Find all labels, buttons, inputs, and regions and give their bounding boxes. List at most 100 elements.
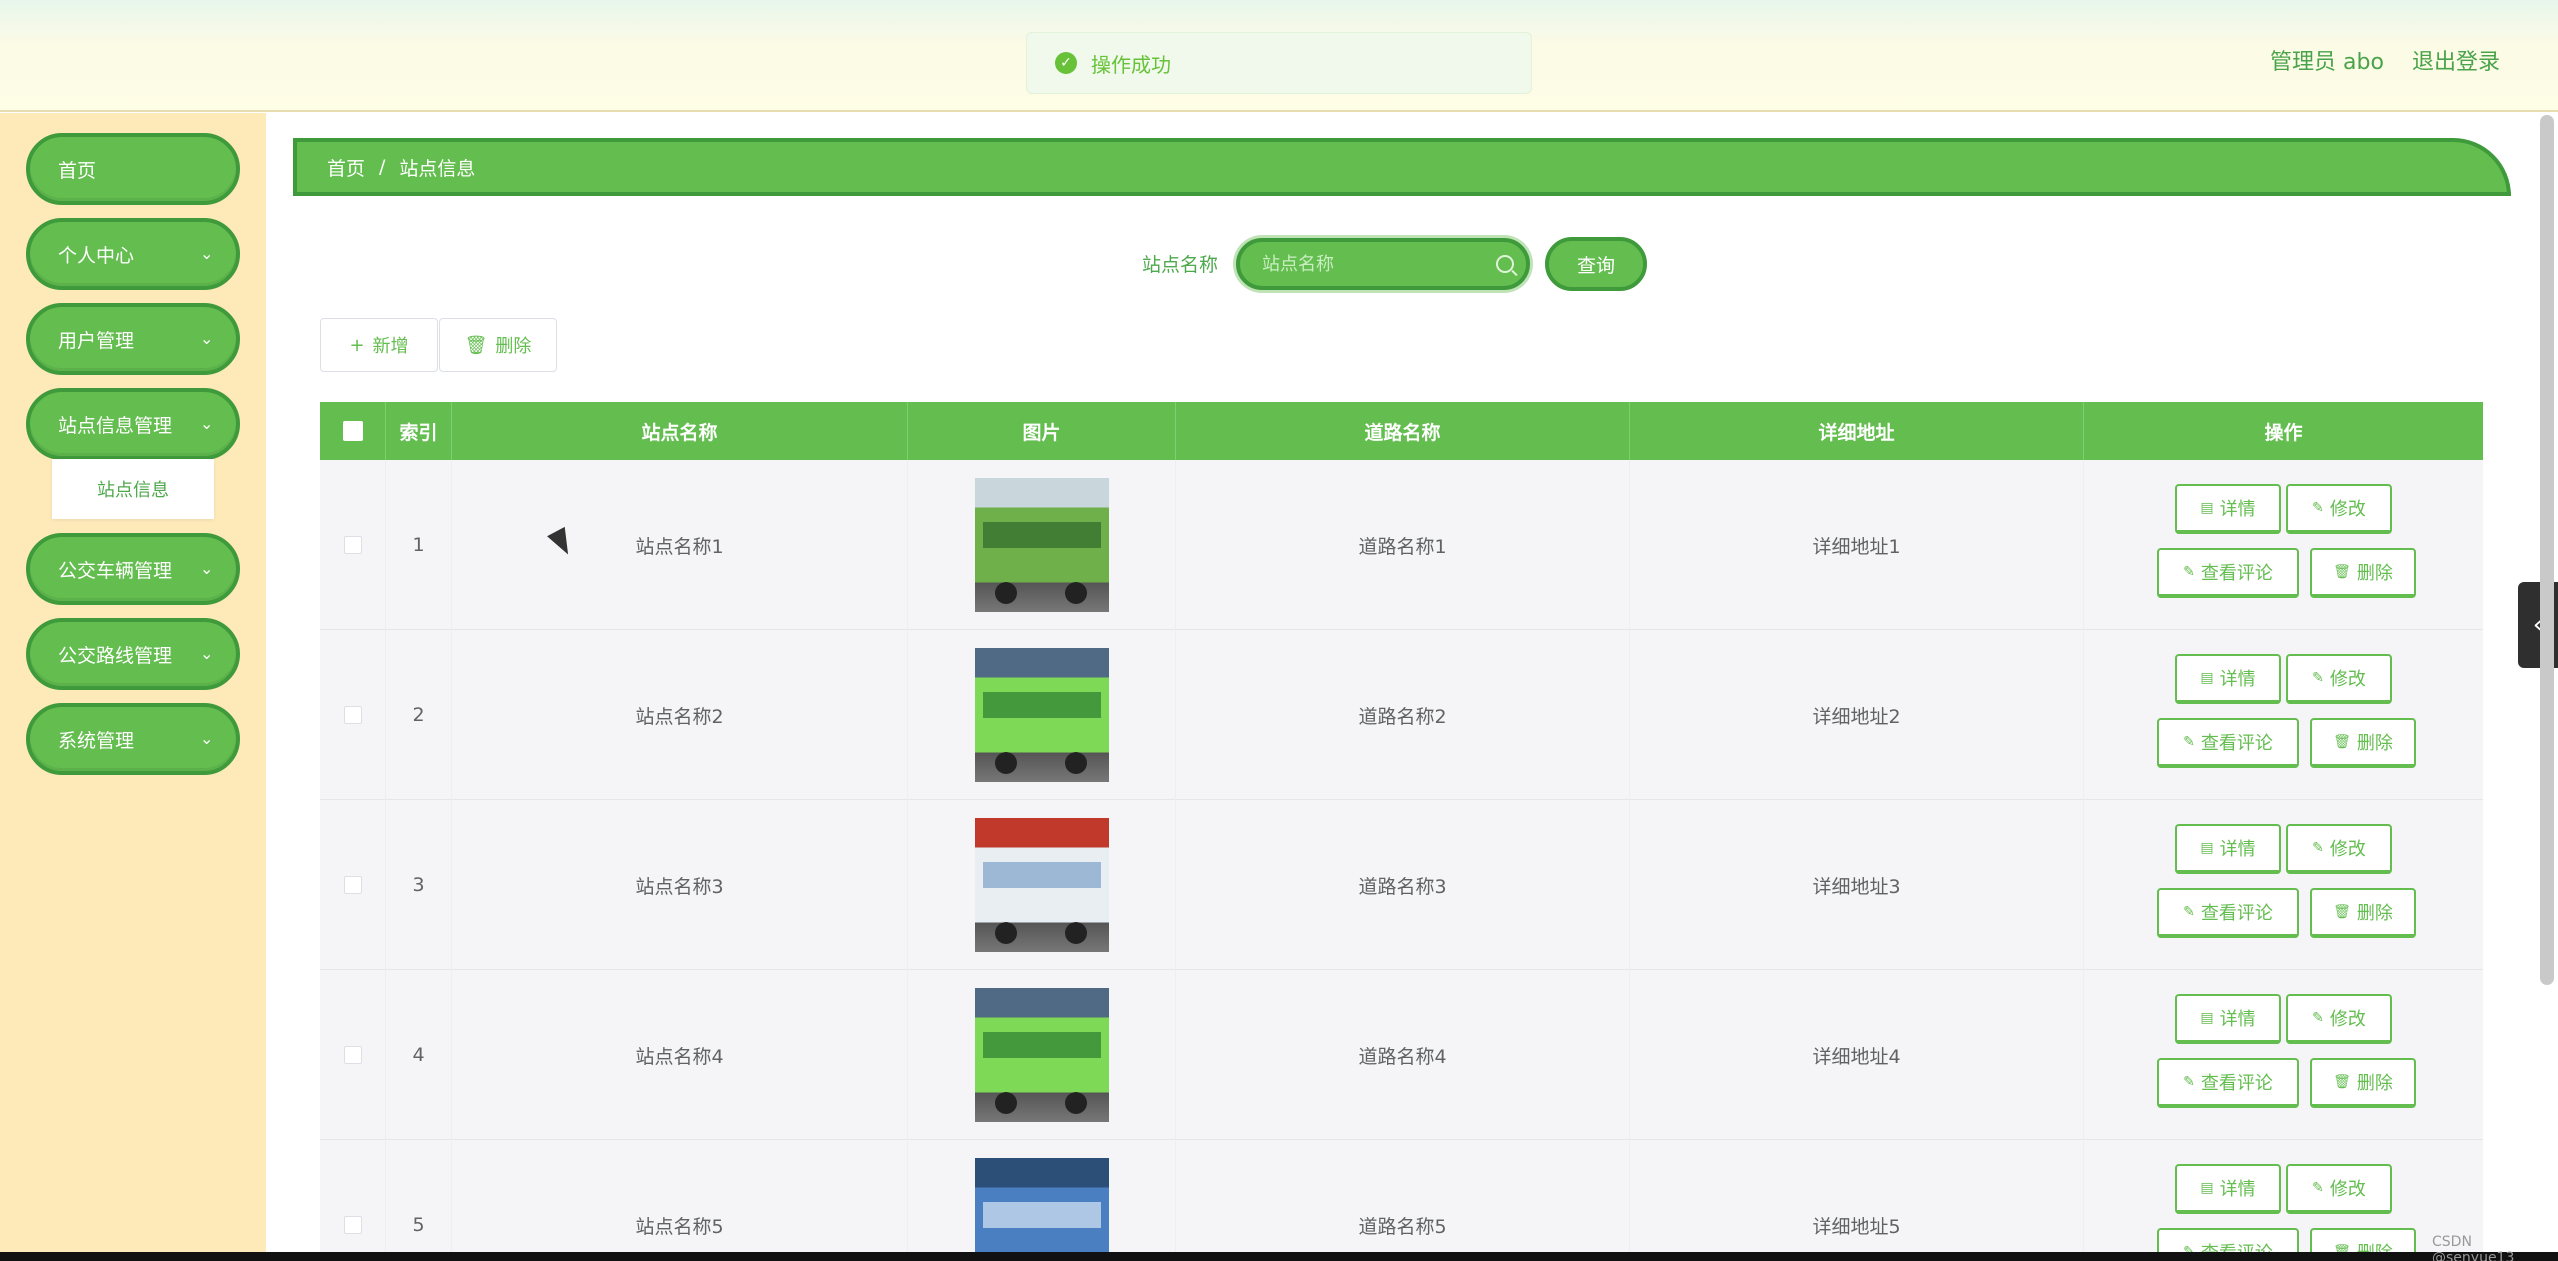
add-button-label: 新增	[372, 336, 409, 357]
delete-button-label: 删除	[2356, 563, 2393, 584]
table-row: 4 站点名称4 道路名称4 详细地址4 ▤ 详情 ✎ 修改 ✎ 查看评论 🗑 删…	[320, 970, 2483, 1140]
sidebar-item-home[interactable]: 首页	[26, 133, 240, 205]
breadcrumb-separator: /	[379, 156, 386, 178]
edit-button[interactable]: ✎ 修改	[2286, 1164, 2392, 1214]
sidebar-item-label: 站点信息管理	[58, 414, 173, 437]
view-comments-button[interactable]: ✎ 查看评论	[2157, 888, 2299, 938]
delete-button[interactable]: 🗑 删除	[2310, 1058, 2416, 1108]
sidebar-subitem-station-info[interactable]: 站点信息	[52, 459, 214, 519]
edit-icon: ✎	[2183, 564, 2195, 580]
edit-button[interactable]: ✎ 修改	[2286, 484, 2392, 534]
breadcrumb-home[interactable]: 首页	[327, 154, 365, 181]
breadcrumb-current: 站点信息	[399, 157, 476, 180]
delete-button[interactable]: 🗑 删除	[2310, 548, 2416, 598]
search-label: 站点名称	[1142, 254, 1219, 276]
detail-button-label: 详情	[2219, 499, 2256, 520]
detail-button[interactable]: ▤ 详情	[2175, 994, 2281, 1044]
actions-cell: ▤ 详情 ✎ 修改 ✎ 查看评论 🗑 删除	[2084, 630, 2483, 800]
detail-button-label: 详情	[2219, 839, 2256, 860]
view-comments-button[interactable]: ✎ 查看评论	[2157, 718, 2299, 768]
admin-user-label: 管理员 abo	[2270, 50, 2384, 75]
row-checkbox[interactable]	[343, 876, 362, 894]
bus-image[interactable]	[974, 818, 1109, 952]
sidebar-item-label: 公交车辆管理	[58, 559, 173, 582]
sidebar-item-personal-center[interactable]: 个人中心 ⌄	[26, 218, 240, 290]
view-comments-button[interactable]: ✎ 查看评论	[2157, 1058, 2299, 1108]
image-cell	[908, 800, 1176, 970]
header-image: 图片	[908, 402, 1176, 460]
station-name-cell: 站点名称2	[452, 630, 908, 800]
edit-icon: ✎	[2312, 1180, 2324, 1196]
row-select-cell	[320, 970, 386, 1140]
delete-button-label: 删除	[2356, 903, 2393, 924]
edit-icon: ✎	[2183, 1244, 2195, 1252]
vertical-scrollbar[interactable]	[2540, 115, 2554, 985]
bus-image[interactable]	[974, 1158, 1109, 1252]
edit-button[interactable]: ✎ 修改	[2286, 654, 2392, 704]
sidebar-item-station-management[interactable]: 站点信息管理 ⌄	[26, 388, 240, 460]
row-select-cell	[320, 1140, 386, 1252]
address-cell: 详细地址4	[1630, 970, 2084, 1140]
row-checkbox[interactable]	[343, 1046, 362, 1064]
delete-button[interactable]: 🗑 删除	[2310, 1228, 2416, 1252]
chevron-down-icon: ⌄	[200, 644, 214, 663]
detail-button[interactable]: ▤ 详情	[2175, 1164, 2281, 1214]
row-checkbox[interactable]	[343, 1216, 362, 1234]
view-comments-button[interactable]: ✎ 查看评论	[2157, 548, 2299, 598]
select-all-checkbox[interactable]	[342, 421, 363, 441]
view-comments-label: 查看评论	[2201, 1239, 2273, 1252]
delete-button-label: 删除	[2357, 1239, 2393, 1252]
batch-delete-button[interactable]: 🗑 删除	[439, 318, 557, 372]
search-box	[1236, 238, 1530, 290]
actions-cell: ▤ 详情 ✎ 修改 ✎ 查看评论 🗑 删除	[2084, 1140, 2483, 1252]
chevron-down-icon: ⌄	[200, 244, 214, 263]
plus-icon: +	[349, 334, 365, 356]
station-table: 索引 站点名称 图片 道路名称 详细地址 操作 1 站点名称1 道路名称1 详细…	[320, 402, 2483, 1252]
chevron-down-icon: ⌄	[200, 414, 214, 433]
station-name-cell: 站点名称3	[452, 800, 908, 970]
top-header: ✓ 操作成功 管理员 abo 退出登录	[0, 0, 2558, 112]
row-select-cell	[320, 630, 386, 800]
search-input[interactable]	[1262, 253, 1482, 275]
sidebar-item-label: 个人中心	[58, 244, 135, 267]
row-checkbox[interactable]	[343, 706, 362, 724]
sidebar-item-bus-management[interactable]: 公交车辆管理 ⌄	[26, 533, 240, 605]
detail-button[interactable]: ▤ 详情	[2175, 654, 2281, 704]
chevron-down-icon: ⌄	[200, 329, 214, 348]
view-comments-label: 查看评论	[2200, 733, 2273, 754]
edit-button-label: 修改	[2329, 1009, 2366, 1030]
detail-button[interactable]: ▤ 详情	[2175, 484, 2281, 534]
bus-image[interactable]	[974, 648, 1109, 782]
actions-cell: ▤ 详情 ✎ 修改 ✎ 查看评论 🗑 删除	[2084, 970, 2483, 1140]
view-comments-button[interactable]: ✎ 查看评论	[2157, 1228, 2299, 1252]
detail-button[interactable]: ▤ 详情	[2175, 824, 2281, 874]
edit-button[interactable]: ✎ 修改	[2286, 994, 2392, 1044]
chevron-down-icon: ⌄	[200, 729, 214, 748]
row-checkbox[interactable]	[343, 536, 362, 554]
toast-message: 操作成功	[1091, 52, 1171, 77]
success-toast: ✓ 操作成功	[1026, 32, 1532, 94]
table-row: 2 站点名称2 道路名称2 详细地址2 ▤ 详情 ✎ 修改 ✎ 查看评论 🗑 删…	[320, 630, 2483, 800]
header-select-all-cell	[320, 402, 386, 460]
station-name-cell: 站点名称4	[452, 970, 908, 1140]
sidebar-item-user-management[interactable]: 用户管理 ⌄	[26, 303, 240, 375]
delete-button-label: 删除	[495, 336, 532, 357]
edit-button[interactable]: ✎ 修改	[2286, 824, 2392, 874]
sidebar-item-system-management[interactable]: 系统管理 ⌄	[26, 703, 240, 775]
index-cell: 3	[386, 800, 452, 970]
edit-icon: ✎	[2183, 904, 2195, 920]
logout-link[interactable]: 退出登录	[2412, 44, 2500, 76]
breadcrumb: 首页 / 站点信息	[293, 138, 2511, 196]
bus-image[interactable]	[974, 988, 1109, 1122]
query-button[interactable]: 查询	[1545, 237, 1647, 291]
header-station-name: 站点名称	[452, 402, 908, 460]
edit-icon: ✎	[2312, 500, 2324, 516]
sidebar-item-route-management[interactable]: 公交路线管理 ⌄	[26, 618, 240, 690]
trash-icon: 🗑	[464, 334, 488, 356]
detail-button-label: 详情	[2219, 1179, 2256, 1200]
delete-button[interactable]: 🗑 删除	[2310, 718, 2416, 768]
header-index: 索引	[386, 402, 452, 460]
bus-image[interactable]	[974, 478, 1109, 612]
delete-button[interactable]: 🗑 删除	[2310, 888, 2416, 938]
add-button[interactable]: + 新增	[320, 318, 438, 372]
